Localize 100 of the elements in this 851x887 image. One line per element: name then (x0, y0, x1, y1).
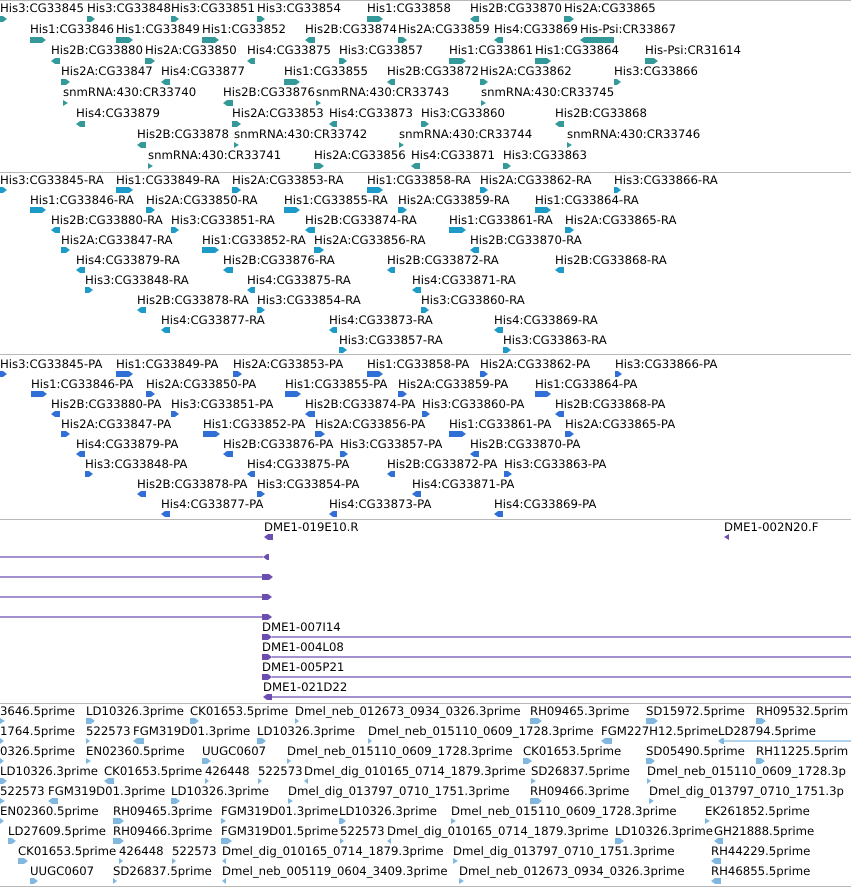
arrow-icon[interactable] (305, 227, 315, 233)
arrow-icon[interactable] (367, 187, 383, 193)
arrow-icon[interactable] (116, 187, 133, 193)
arrow-icon[interactable] (171, 411, 179, 417)
arrow-icon[interactable] (614, 187, 621, 193)
arrow-icon[interactable] (387, 79, 395, 85)
arrow-icon[interactable] (314, 163, 324, 169)
arrow-icon[interactable] (247, 287, 255, 293)
arrow-icon[interactable] (565, 431, 574, 437)
arrow-icon[interactable] (480, 79, 488, 85)
arrow-icon[interactable] (148, 163, 153, 169)
arrow-icon[interactable] (615, 371, 622, 377)
arrow-icon[interactable] (51, 227, 60, 233)
arrow-icon[interactable] (494, 511, 503, 517)
arrow-icon[interactable] (614, 79, 621, 85)
arrow-icon[interactable] (264, 534, 273, 540)
arrow-icon[interactable] (412, 491, 421, 497)
arrow-icon[interactable] (535, 391, 551, 397)
arrow-icon[interactable] (247, 58, 255, 64)
arrow-icon[interactable] (329, 121, 337, 127)
arrow-icon[interactable] (234, 142, 239, 148)
arrow-icon[interactable] (449, 431, 466, 437)
arrow-icon[interactable] (284, 207, 300, 213)
arrow-icon[interactable] (339, 58, 347, 64)
arrow-icon[interactable] (422, 411, 430, 417)
arrow-icon[interactable] (567, 142, 572, 148)
arrow-icon[interactable] (316, 100, 321, 106)
arrow-icon[interactable] (61, 247, 70, 253)
arrow-icon[interactable] (555, 267, 564, 273)
arrow-icon[interactable] (314, 247, 324, 253)
arrow-icon[interactable] (449, 227, 466, 233)
arrow-icon[interactable] (0, 16, 7, 22)
arrow-icon[interactable] (480, 371, 488, 377)
arrow-icon[interactable] (232, 187, 241, 193)
arrow-icon[interactable] (85, 287, 93, 293)
arrow-icon[interactable] (61, 79, 70, 85)
arrow-icon[interactable] (202, 247, 219, 253)
arrow-icon[interactable] (580, 37, 614, 43)
arrow-icon[interactable] (145, 58, 155, 64)
arrow-line[interactable] (0, 614, 272, 620)
arrow-icon[interactable] (203, 431, 220, 437)
arrow-icon[interactable] (202, 37, 219, 43)
arrow-icon[interactable] (31, 391, 47, 397)
arrow-icon[interactable] (76, 121, 85, 127)
arrow-icon[interactable] (51, 58, 60, 64)
arrow-icon[interactable] (535, 58, 551, 64)
arrow-icon[interactable] (0, 371, 7, 377)
arrow-line[interactable] (263, 694, 851, 700)
arrow-line[interactable] (262, 634, 851, 640)
arrow-icon[interactable] (645, 58, 658, 64)
arrow-icon[interactable] (223, 267, 233, 273)
arrow-icon[interactable] (504, 471, 512, 477)
arrow-icon[interactable] (480, 187, 488, 193)
arrow-icon[interactable] (171, 16, 179, 22)
arrow-line[interactable] (0, 594, 272, 600)
arrow-icon[interactable] (421, 307, 429, 313)
arrow-icon[interactable] (116, 37, 133, 43)
arrow-icon[interactable] (51, 411, 60, 417)
arrow-icon[interactable] (305, 411, 315, 417)
arrow-icon[interactable] (449, 58, 466, 64)
arrow-icon[interactable] (555, 121, 564, 127)
arrow-icon[interactable] (76, 267, 85, 273)
arrow-icon[interactable] (61, 431, 70, 437)
arrow-icon[interactable] (87, 16, 95, 22)
arrow-icon[interactable] (30, 37, 46, 43)
arrow-icon[interactable] (724, 534, 729, 540)
arrow-icon[interactable] (257, 307, 265, 313)
arrow-icon[interactable] (161, 79, 170, 85)
arrow-icon[interactable] (257, 491, 265, 497)
arrow-icon[interactable] (223, 451, 233, 457)
arrow-icon[interactable] (247, 471, 255, 477)
arrow-icon[interactable] (411, 163, 420, 169)
arrow-icon[interactable] (494, 37, 503, 43)
arrow-icon[interactable] (470, 16, 479, 22)
arrow-icon[interactable] (30, 207, 46, 213)
arrow-icon[interactable] (412, 287, 421, 293)
arrow-line[interactable] (262, 654, 851, 660)
arrow-icon[interactable] (146, 391, 155, 397)
arrow-icon[interactable] (285, 391, 301, 397)
arrow-icon[interactable] (494, 327, 503, 333)
arrow-icon[interactable] (329, 327, 337, 333)
arrow-icon[interactable] (503, 163, 511, 169)
arrow-icon[interactable] (565, 227, 574, 233)
arrow-icon[interactable] (387, 267, 395, 273)
arrow-icon[interactable] (232, 121, 241, 127)
arrow-icon[interactable] (421, 121, 429, 127)
arrow-line[interactable] (0, 554, 269, 560)
arrow-icon[interactable] (329, 511, 337, 517)
arrow-icon[interactable] (0, 187, 7, 193)
arrow-icon[interactable] (470, 451, 479, 457)
arrow-icon[interactable] (171, 227, 179, 233)
arrow-icon[interactable] (161, 327, 170, 333)
arrow-icon[interactable] (63, 100, 68, 106)
arrow-icon[interactable] (564, 16, 574, 22)
arrow-icon[interactable] (116, 371, 133, 377)
arrow-icon[interactable] (76, 451, 85, 457)
arrow-line[interactable] (0, 574, 273, 580)
arrow-line[interactable] (262, 674, 851, 680)
arrow-icon[interactable] (555, 411, 564, 417)
arrow-icon[interactable] (470, 247, 479, 253)
